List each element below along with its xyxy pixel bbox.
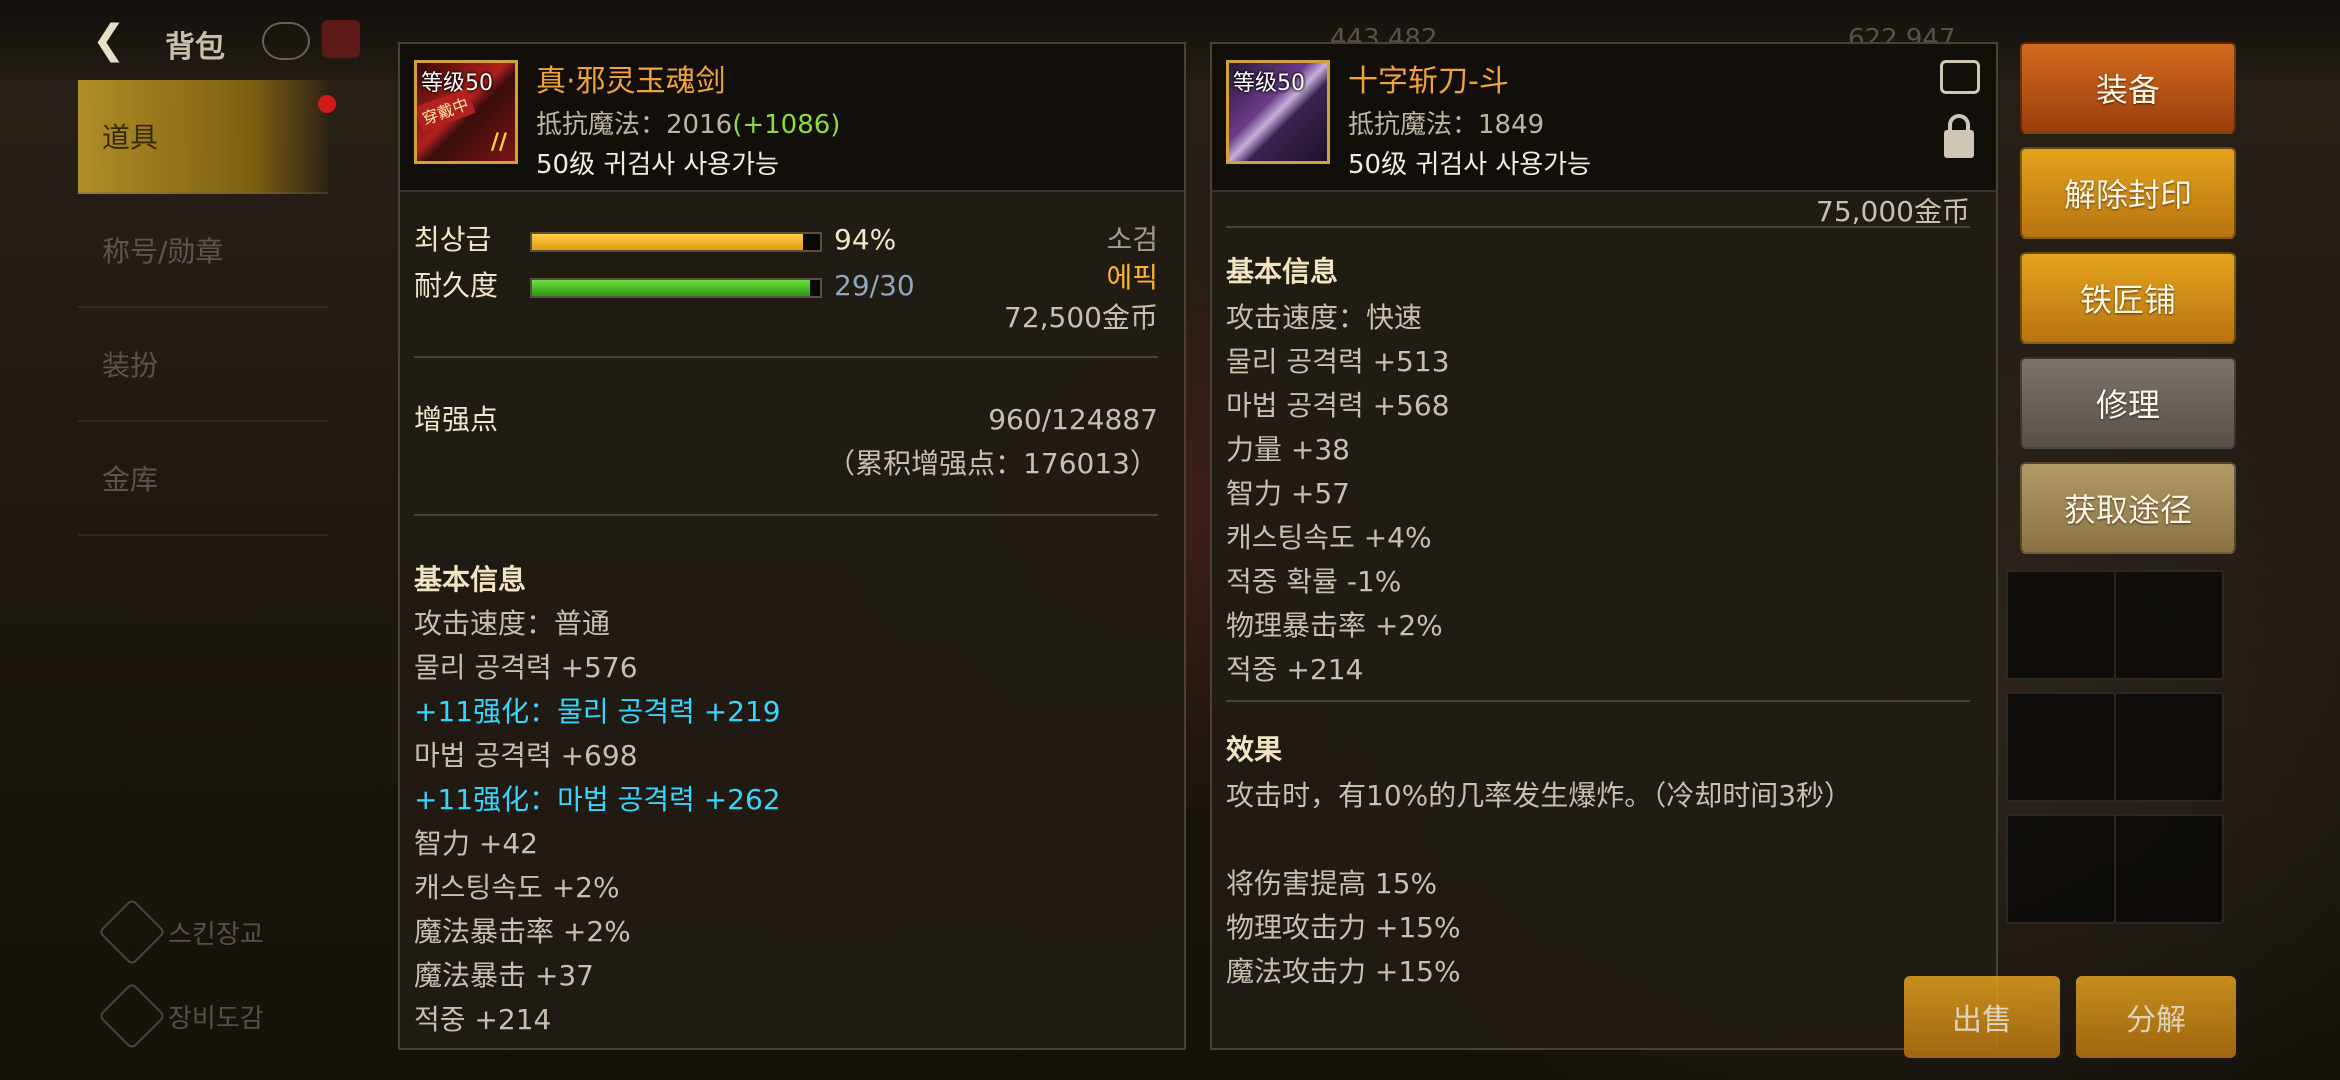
- stat-line: 魔法暴击 +37: [414, 959, 594, 992]
- inventory-slot[interactable]: [2114, 814, 2224, 924]
- slash-marks-icon: //: [490, 130, 507, 155]
- inventory-slot[interactable]: [2006, 692, 2116, 802]
- usable-class: 50级 귀검사 사용가능: [536, 150, 780, 180]
- magic-resist: 抵抗魔法：2016(+1086): [536, 104, 840, 141]
- usable-class: 50级 귀검사 사용가능: [1348, 150, 1592, 180]
- codex-icon: [98, 982, 166, 1050]
- effect-list: 攻击时，有10%的几率发生爆炸。（冷却时间3秒） 将伤害提高 15% 物理攻击力 +…: [1226, 774, 1852, 994]
- stat-line: 力量 +38: [1226, 433, 1350, 466]
- item-rarity: 에픽: [1106, 261, 1158, 294]
- skin-icon: [98, 898, 166, 966]
- stat-list: 攻击速度：快速 물리 공격력 +513 마법 공격력 +568 力量 +38 智力 +5…: [1226, 296, 1450, 692]
- resist-value: 1849: [1478, 110, 1545, 140]
- stat-line: 攻击速度：普通: [414, 607, 611, 640]
- compare-item-tooltip: 等级50 十字斩刀-斗 抵抗魔法：1849 50级 귀검사 사용가능 75,00…: [1210, 42, 1998, 1050]
- stat-list: 攻击速度：普通 물리 공격력 +576 +11强化：물리 공격력 +219 마법 공격…: [414, 602, 781, 1042]
- stat-line: +11强化：물리 공격력 +219: [414, 695, 781, 728]
- tooltip-header: 等级50 穿戴中 // 真·邪灵玉魂剑 抵抗魔法：2016(+1086) 50级…: [400, 44, 1184, 192]
- divider: [1226, 700, 1970, 702]
- lock-icon[interactable]: [1944, 130, 1974, 158]
- grade-label: 최상급: [414, 223, 492, 256]
- notification-dot: [318, 95, 336, 113]
- enhance-label: 增强点: [414, 403, 499, 436]
- equip-button[interactable]: 装备: [2020, 42, 2236, 134]
- effect-line: 攻击时，有10%的几率发生爆炸。（冷却时间3秒）: [1226, 779, 1853, 812]
- resist-bonus: (+1086): [732, 110, 841, 140]
- durability-value: 29/30: [834, 269, 915, 302]
- inventory-slot[interactable]: [2006, 570, 2116, 680]
- grade-bar-fill: [532, 234, 803, 250]
- tooltip-header: 等级50 十字斩刀-斗 抵抗魔法：1849 50级 귀검사 사용가능: [1212, 44, 1996, 192]
- sidebar-item-titles[interactable]: 称号/勋章: [78, 194, 328, 308]
- basic-info-title: 基本信息: [1226, 255, 1339, 288]
- skin-link-label: 스킨장교: [168, 919, 264, 950]
- back-arrow-icon[interactable]: ❮: [92, 18, 142, 62]
- inventory-slot[interactable]: [2006, 814, 2116, 924]
- resist-label: 抵抗魔法：: [1348, 110, 1479, 140]
- screen-title: 背包: [165, 30, 225, 65]
- stat-line: 적중 +214: [1226, 653, 1364, 686]
- repair-button[interactable]: 修理: [2020, 357, 2236, 449]
- equipped-item-tooltip: 等级50 穿戴中 // 真·邪灵玉魂剑 抵抗魔法：2016(+1086) 50级…: [398, 42, 1186, 1050]
- sidebar-item-storage[interactable]: 金库: [78, 422, 328, 536]
- share-icon[interactable]: [1940, 60, 1980, 94]
- durability-bar: [530, 278, 822, 298]
- stat-line: 적중 확률 -1%: [1226, 565, 1402, 598]
- stat-line: 마법 공격력 +698: [414, 739, 638, 772]
- item-level-badge: 等级50: [1233, 71, 1305, 96]
- sidebar-item-items[interactable]: 道具: [78, 80, 328, 194]
- stat-line: 물리 공격력 +576: [414, 651, 638, 684]
- stat-line: 캐스팅속도 +4%: [1226, 521, 1432, 554]
- item-price: 75,000金币: [1816, 198, 1970, 226]
- divider: [414, 356, 1158, 358]
- item-price: 72,500金币: [1004, 301, 1158, 334]
- sword-item-icon: 等级50 穿戴中 //: [414, 60, 518, 164]
- resist-label: 抵抗魔法：: [536, 110, 667, 140]
- stat-line: 智力 +42: [414, 827, 538, 860]
- divider: [1226, 226, 1970, 228]
- blacksmith-button[interactable]: 铁匠铺: [2020, 252, 2236, 344]
- durability-bar-fill: [532, 280, 811, 296]
- disassemble-button[interactable]: 分解: [2076, 976, 2236, 1058]
- blade-item-icon: 等级50: [1226, 60, 1330, 164]
- item-name: 真·邪灵玉魂剑: [536, 64, 726, 99]
- effect-line: 魔法攻击力 +15%: [1226, 955, 1461, 988]
- lock-shackle: [1948, 114, 1970, 134]
- skin-link[interactable]: 스킨장교: [98, 898, 264, 966]
- sell-button[interactable]: 出售: [1904, 976, 2060, 1058]
- obtain-source-button[interactable]: 获取途径: [2020, 462, 2236, 554]
- enhance-value: 960/124887: [988, 403, 1158, 436]
- magic-resist: 抵抗魔法：1849: [1348, 104, 1544, 141]
- effect-line: 物理攻击力 +15%: [1226, 911, 1461, 944]
- durability-label: 耐久度: [414, 269, 499, 302]
- effect-line: [1226, 818, 1852, 862]
- divider: [414, 514, 1158, 516]
- equipment-codex-link[interactable]: 장비도감: [98, 982, 264, 1050]
- stat-line: 물리 공격력 +513: [1226, 345, 1450, 378]
- effect-title: 效果: [1226, 733, 1283, 766]
- resist-value: 2016: [666, 110, 733, 140]
- effect-line: 将伤害提高 15%: [1226, 867, 1438, 900]
- menu-badge-icon[interactable]: [322, 20, 360, 58]
- stat-line: 智力 +57: [1226, 477, 1350, 510]
- codex-link-label: 장비도감: [168, 1003, 264, 1034]
- stat-line: +11强化：마법 공격력 +262: [414, 783, 781, 816]
- enhance-total: （累积增强点：176013）: [827, 447, 1158, 480]
- stat-line: 캐스팅속도 +2%: [414, 871, 620, 904]
- sidebar-item-avatar[interactable]: 装扮: [78, 308, 328, 422]
- category-sidebar: 道具 称号/勋章 装扮 金库: [78, 80, 328, 536]
- inventory-slot[interactable]: [2114, 570, 2224, 680]
- stat-line: 적중 +214: [414, 1003, 552, 1036]
- basic-info-title: 基本信息: [414, 563, 527, 596]
- inventory-slot[interactable]: [2114, 692, 2224, 802]
- unseal-button[interactable]: 解除封印: [2020, 147, 2236, 239]
- stat-line: 魔法暴击率 +2%: [414, 915, 631, 948]
- stat-line: 物理暴击率 +2%: [1226, 609, 1443, 642]
- stat-line: 마법 공격력 +568: [1226, 389, 1450, 422]
- grade-percent: 94%: [834, 223, 897, 256]
- item-name: 十字斩刀-斗: [1348, 64, 1509, 99]
- stat-line: 攻击速度：快速: [1226, 301, 1423, 334]
- eye-icon[interactable]: [262, 22, 310, 60]
- grade-bar: [530, 232, 822, 252]
